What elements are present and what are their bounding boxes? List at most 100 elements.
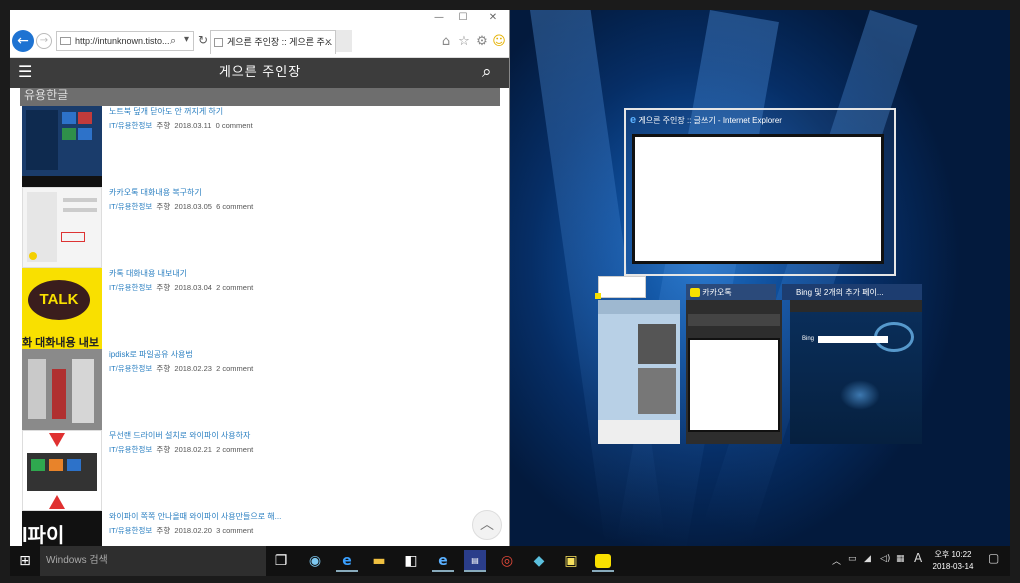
post-title[interactable]: 노트북 덮개 닫아도 안 꺼지게 하기: [109, 106, 223, 117]
volume-icon[interactable]: ◁): [880, 554, 890, 564]
task-view-icon[interactable]: ❐: [270, 550, 292, 572]
home-icon[interactable]: ⌂: [438, 34, 454, 50]
post-category[interactable]: IT/유용한정보: [109, 364, 152, 373]
category-title: 유용한글: [20, 88, 500, 106]
post-thumbnail[interactable]: l파이: [22, 511, 102, 546]
post-author: 주향: [156, 364, 171, 373]
minimize-button[interactable]: —: [428, 12, 450, 24]
post-comments: 0 comment: [215, 121, 253, 130]
post-thumbnail[interactable]: [22, 106, 102, 187]
post-author: 주향: [156, 283, 171, 292]
post-meta: IT/유용한정보 주향 2018.02.20 3 comment: [109, 525, 253, 536]
taskview-kakao-tab[interactable]: 카카오톡: [686, 284, 776, 300]
chat-input: [598, 420, 680, 444]
post-date: 2018.02.23: [174, 364, 212, 373]
scroll-to-top-button[interactable]: ︿: [472, 510, 502, 540]
post-item[interactable]: TALK 화 대화내용 내보 카톡 대화내용 내보내기 IT/유용한정보 주향 …: [22, 268, 500, 349]
post-thumbnail[interactable]: [22, 430, 102, 511]
app-icon[interactable]: ◉: [304, 550, 326, 572]
refresh-icon[interactable]: ↻: [198, 33, 208, 47]
post-title[interactable]: 와이파이 쪽쪽 안나올때 와이파이 사용만들으로 해...: [109, 511, 281, 522]
sticky-notes-icon[interactable]: ▣: [560, 550, 582, 572]
post-meta: IT/유용한정보 주향 2018.03.11 0 comment: [109, 120, 253, 131]
thumb-caption: 화 대화내용 내보: [22, 337, 99, 349]
windows-search-box[interactable]: Windows 검색: [40, 546, 266, 576]
post-item[interactable]: 노트북 덮개 닫아도 안 꺼지게 하기 IT/유용한정보 주향 2018.03.…: [22, 106, 500, 187]
talk-logo: TALK: [28, 280, 90, 320]
post-meta: IT/유용한정보 주향 2018.03.05 6 comment: [109, 201, 253, 212]
clock-date: 2018-03-14: [932, 562, 974, 571]
navigation-bar: ← → http://intunknown.tisto... ⌕ ▾ ↻ 게으른…: [10, 26, 509, 58]
ie-browser-window[interactable]: — ☐ ✕ ← → http://intunknown.tisto... ⌕ ▾…: [10, 10, 510, 546]
post-title[interactable]: 무선랜 드라이버 설치로 와이파이 사용하자: [109, 430, 250, 441]
post-list: 노트북 덮개 닫아도 안 꺼지게 하기 IT/유용한정보 주향 2018.03.…: [22, 106, 500, 546]
new-tab-button[interactable]: [336, 30, 352, 52]
post-title[interactable]: 카톡 대화내용 내보내기: [109, 268, 187, 279]
post-category[interactable]: IT/유용한정보: [109, 283, 152, 292]
post-item[interactable]: l파이 와이파이 쪽쪽 안나올때 와이파이 사용만들으로 해... IT/유용한…: [22, 511, 500, 546]
taskview-blank-window[interactable]: [595, 276, 646, 299]
chrome-icon[interactable]: ◎: [496, 550, 518, 572]
post-title[interactable]: ipdisk로 파일공유 사용법: [109, 349, 193, 360]
post-thumbnail[interactable]: [22, 187, 102, 268]
search-icon[interactable]: ⌕: [482, 62, 492, 82]
post-title[interactable]: 카카오톡 대화내용 복구하기: [109, 187, 202, 198]
chat-image: [638, 368, 676, 414]
search-icon[interactable]: ⌕: [170, 34, 176, 48]
chevron-up-icon[interactable]: ︿: [832, 554, 841, 567]
ie-icon[interactable]: e: [432, 550, 454, 572]
battery-icon[interactable]: ▭: [848, 554, 857, 564]
chat-image: [638, 324, 676, 364]
post-date: 2018.02.20: [174, 526, 212, 535]
maximize-button[interactable]: ☐: [452, 12, 474, 24]
settings-gear-icon[interactable]: ⚙: [474, 34, 490, 50]
taskview-kakao-chat[interactable]: [598, 300, 680, 444]
post-comments: 2 comment: [216, 364, 254, 373]
post-item[interactable]: 카카오톡 대화내용 복구하기 IT/유용한정보 주향 2018.03.05 6 …: [22, 187, 500, 268]
site-title[interactable]: 게으른 주인장: [10, 58, 509, 86]
notification-icon[interactable]: ▢: [988, 551, 999, 565]
post-thumbnail[interactable]: [22, 349, 102, 430]
post-item[interactable]: ipdisk로 파일공유 사용법 IT/유용한정보 주향 2018.02.23 …: [22, 349, 500, 430]
network-icon[interactable]: ◢: [864, 554, 871, 564]
clock-time: 오후 10:22: [934, 550, 972, 559]
forward-button[interactable]: →: [36, 33, 52, 49]
app-icon[interactable]: ▤: [464, 550, 486, 572]
keyboard-icon[interactable]: ▦: [896, 554, 905, 564]
page-icon: [60, 37, 71, 45]
post-date: 2018.03.04: [174, 283, 212, 292]
screen: e 게으른 주인장 :: 글쓰기 - Internet Explorer 카카오…: [0, 0, 1020, 583]
ime-indicator[interactable]: A: [914, 551, 922, 565]
clock[interactable]: 오후 10:22 2018-03-14: [928, 549, 978, 573]
post-date: 2018.03.05: [174, 202, 212, 211]
post-thumbnail[interactable]: TALK 화 대화내용 내보: [22, 268, 102, 349]
taskview-bing-tab[interactable]: Bing 및 2개의 추가 페이...: [782, 284, 922, 300]
taskview-ie-preview[interactable]: e 게으른 주인장 :: 글쓰기 - Internet Explorer: [624, 108, 896, 276]
post-category[interactable]: IT/유용한정보: [109, 445, 152, 454]
bing-search-box: [818, 336, 888, 343]
windows-start-icon[interactable]: ⊞: [14, 550, 36, 572]
post-category[interactable]: IT/유용한정보: [109, 121, 152, 130]
window-thumbnail: [632, 134, 884, 264]
post-item[interactable]: 무선랜 드라이버 설치로 와이파이 사용하자 IT/유용한정보 주향 2018.…: [22, 430, 500, 511]
taskview-bing-window[interactable]: Bing: [790, 300, 922, 444]
chat-header: [598, 300, 680, 314]
post-category[interactable]: IT/유용한정보: [109, 202, 152, 211]
favorites-star-icon[interactable]: ☆: [456, 34, 472, 50]
edge-icon[interactable]: e: [336, 550, 358, 572]
app-icon[interactable]: ◆: [528, 550, 550, 572]
close-button[interactable]: ✕: [482, 12, 504, 24]
file-explorer-icon[interactable]: ▬: [368, 550, 390, 572]
store-icon[interactable]: ◧: [400, 550, 422, 572]
smiley-feedback-icon[interactable]: ☺: [491, 34, 507, 50]
tab-close-icon[interactable]: ✕: [324, 31, 332, 53]
post-category[interactable]: IT/유용한정보: [109, 526, 152, 535]
kakaotalk-icon[interactable]: [592, 550, 614, 572]
taskview-kakao-window[interactable]: [686, 300, 782, 444]
post-comments: 2 comment: [216, 283, 254, 292]
taskview-window-title: e 게으른 주인장 :: 글쓰기 - Internet Explorer: [630, 114, 782, 126]
back-button[interactable]: ←: [12, 30, 34, 52]
app-icon: [595, 293, 601, 299]
browser-tab[interactable]: 게으른 주인장 :: 게으른 주... ✕: [210, 30, 336, 54]
dropdown-icon[interactable]: ▾: [184, 34, 189, 45]
